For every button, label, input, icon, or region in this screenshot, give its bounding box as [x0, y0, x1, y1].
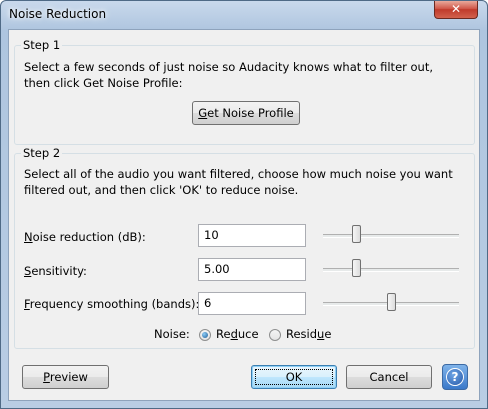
get-noise-profile-label: et Noise Profile	[207, 106, 294, 120]
reduce-label-post: uce	[237, 327, 259, 341]
sensitivity-label-text: ensitivity:	[31, 264, 87, 278]
sensitivity-input[interactable]: 5.00	[198, 258, 306, 281]
help-icon: ?	[446, 368, 464, 386]
slider-thumb[interactable]	[387, 293, 396, 311]
frequency-smoothing-slider[interactable]	[323, 293, 459, 313]
dialog-body: Step 1 Select a few seconds of just nois…	[8, 29, 480, 401]
residue-radio-label[interactable]: Residue	[286, 327, 331, 341]
slider-thumb[interactable]	[351, 225, 361, 243]
step1-instruction-line2: then click Get Noise Profile:	[24, 76, 183, 90]
noise-reduction-mnemonic: N	[24, 230, 33, 244]
help-button[interactable]: ?	[442, 364, 468, 390]
noise-label: Noise:	[154, 327, 190, 341]
cancel-button[interactable]: Cancel	[346, 365, 432, 389]
preview-button[interactable]: Preview	[22, 365, 109, 389]
title-bar: Noise Reduction ✕	[1, 1, 487, 29]
step2-instruction-line1: Select all of the audio you want filtere…	[24, 167, 453, 181]
slider-track	[323, 268, 459, 272]
sensitivity-label: Sensitivity:	[24, 264, 87, 278]
frequency-smoothing-input[interactable]: 6	[198, 292, 306, 315]
noise-reduction-label-text: oise reduction (dB):	[32, 230, 146, 244]
sensitivity-slider[interactable]	[323, 259, 459, 279]
ok-button[interactable]: OK	[251, 365, 337, 389]
noise-reduction-input[interactable]: 10	[198, 224, 306, 247]
frequency-smoothing-label-text: requency smoothing (bands):	[29, 297, 200, 311]
step1-legend: Step 1	[21, 38, 63, 52]
close-button[interactable]: ✕	[434, 1, 478, 19]
preview-label: review	[49, 370, 88, 384]
reduce-radio-label[interactable]: Reduce	[216, 327, 259, 341]
step2-group: Step 2 Select all of the audio you want …	[14, 146, 475, 349]
get-noise-profile-mnemonic: G	[198, 106, 208, 120]
get-noise-profile-button[interactable]: Get Noise Profile	[192, 101, 300, 125]
reduce-label-pre: Re	[216, 327, 231, 341]
residue-label-pre: Resid	[286, 327, 318, 341]
noise-reduction-label: Noise reduction (dB):	[24, 230, 146, 244]
step1-instruction-line1: Select a few seconds of just noise so Au…	[24, 60, 434, 74]
frequency-smoothing-label: Frequency smoothing (bands):	[24, 297, 199, 311]
reduce-radio[interactable]	[199, 329, 211, 341]
step1-group: Step 1 Select a few seconds of just nois…	[14, 38, 475, 145]
slider-thumb[interactable]	[351, 259, 361, 277]
cancel-label: Cancel	[369, 370, 409, 384]
window-title: Noise Reduction	[9, 7, 107, 21]
residue-radio[interactable]	[269, 329, 281, 341]
reduce-mnemonic: d	[230, 327, 238, 341]
slider-track	[323, 234, 459, 238]
focus-rectangle	[255, 369, 333, 385]
step2-instruction-line2: filtered out, and then click 'OK' to red…	[24, 183, 299, 197]
noise-reduction-slider[interactable]	[323, 225, 459, 245]
close-icon: ✕	[450, 2, 462, 16]
noise-reduction-window: Noise Reduction ✕ Step 1 Select a few se…	[0, 0, 488, 409]
preview-mnemonic: P	[43, 370, 50, 384]
step2-legend: Step 2	[21, 146, 63, 160]
residue-label-post: e	[324, 327, 332, 341]
